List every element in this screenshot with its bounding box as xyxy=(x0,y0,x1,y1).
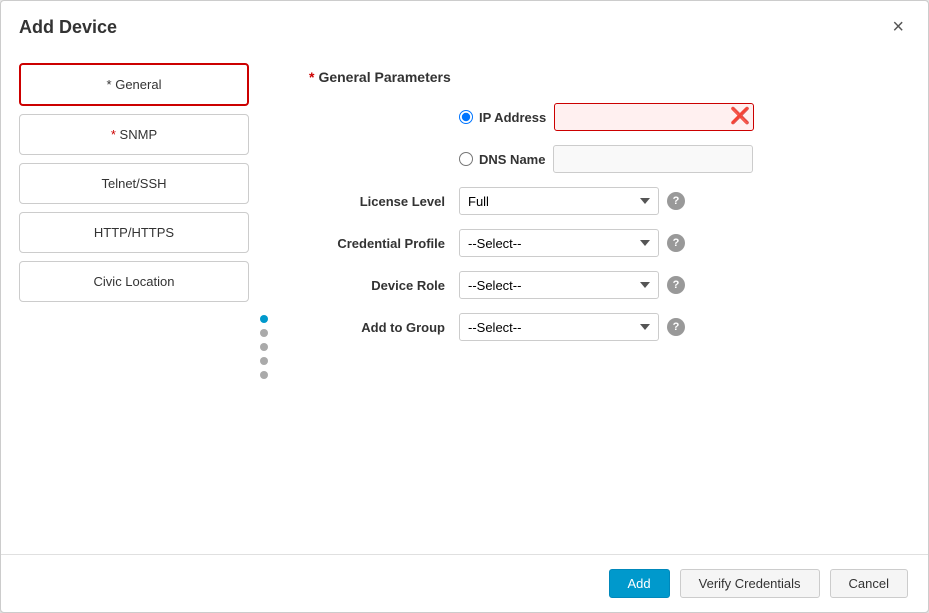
step-dot-2 xyxy=(260,329,268,337)
add-to-group-select[interactable]: --Select-- Group 1 Group 2 xyxy=(459,313,659,341)
license-help-icon[interactable]: ? xyxy=(667,192,685,210)
device-role-label: Device Role xyxy=(309,278,459,293)
dns-name-label[interactable]: DNS Name xyxy=(479,152,545,167)
add-button[interactable]: Add xyxy=(609,569,670,598)
device-role-select[interactable]: --Select-- Router Switch Firewall xyxy=(459,271,659,299)
license-level-row: License Level Full Limited None ? xyxy=(309,187,890,215)
device-role-row: Device Role --Select-- Router Switch Fir… xyxy=(309,271,890,299)
dialog-title: Add Device xyxy=(19,17,117,38)
address-group: IP Address ❌ DNS Name xyxy=(309,103,890,173)
ip-address-radio[interactable] xyxy=(459,110,473,124)
add-to-group-control: --Select-- Group 1 Group 2 ? xyxy=(459,313,685,341)
ip-address-row: IP Address ❌ xyxy=(309,103,890,131)
step-dot-5 xyxy=(260,371,268,379)
dns-radio-row: DNS Name xyxy=(459,152,545,167)
ip-form-control: IP Address ❌ xyxy=(459,103,754,131)
device-role-control: --Select-- Router Switch Firewall ? xyxy=(459,271,685,299)
add-to-group-label: Add to Group xyxy=(309,320,459,335)
dns-name-radio[interactable] xyxy=(459,152,473,166)
dns-name-input[interactable] xyxy=(553,145,753,173)
step-dot-4 xyxy=(260,357,268,365)
sidebar-item-http[interactable]: HTTP/HTTPS xyxy=(19,212,249,253)
close-button[interactable]: × xyxy=(886,15,910,39)
verify-credentials-button[interactable]: Verify Credentials xyxy=(680,569,820,598)
cancel-button[interactable]: Cancel xyxy=(830,569,908,598)
credential-profile-control: --Select-- Profile 1 Profile 2 ? xyxy=(459,229,685,257)
credential-profile-row: Credential Profile --Select-- Profile 1 … xyxy=(309,229,890,257)
license-level-label: License Level xyxy=(309,194,459,209)
credential-profile-label: Credential Profile xyxy=(309,236,459,251)
dialog-footer: Add Verify Credentials Cancel xyxy=(1,554,928,612)
main-content: *General Parameters IP Address ❌ xyxy=(279,59,910,554)
sidebar: * General * SNMP Telnet/SSH HTTP/HTTPS C… xyxy=(19,59,249,554)
license-level-control: Full Limited None ? xyxy=(459,187,685,215)
sidebar-item-telnet[interactable]: Telnet/SSH xyxy=(19,163,249,204)
dns-name-row: DNS Name xyxy=(309,145,890,173)
step-dot-3 xyxy=(260,343,268,351)
ip-address-input[interactable] xyxy=(554,103,754,131)
ip-address-label[interactable]: IP Address xyxy=(479,110,546,125)
license-level-select[interactable]: Full Limited None xyxy=(459,187,659,215)
sidebar-item-snmp[interactable]: * SNMP xyxy=(19,114,249,155)
credential-profile-select[interactable]: --Select-- Profile 1 Profile 2 xyxy=(459,229,659,257)
device-role-help-icon[interactable]: ? xyxy=(667,276,685,294)
add-to-group-help-icon[interactable]: ? xyxy=(667,318,685,336)
ip-radio-row: IP Address xyxy=(459,110,546,125)
ip-address-input-container: ❌ xyxy=(554,103,754,131)
step-dot-1 xyxy=(260,315,268,323)
credential-help-icon[interactable]: ? xyxy=(667,234,685,252)
sidebar-item-general[interactable]: * General xyxy=(19,63,249,106)
add-device-dialog: Add Device × * General * SNMP Telnet/SSH… xyxy=(0,0,929,613)
add-to-group-row: Add to Group --Select-- Group 1 Group 2 … xyxy=(309,313,890,341)
ip-clear-button[interactable]: ❌ xyxy=(730,107,750,127)
dialog-body: * General * SNMP Telnet/SSH HTTP/HTTPS C… xyxy=(1,49,928,554)
sidebar-item-civic[interactable]: Civic Location xyxy=(19,261,249,302)
dns-form-control: DNS Name xyxy=(459,145,753,173)
section-title: *General Parameters xyxy=(309,69,890,85)
stepper-dots xyxy=(249,59,279,554)
dialog-header: Add Device × xyxy=(1,1,928,49)
